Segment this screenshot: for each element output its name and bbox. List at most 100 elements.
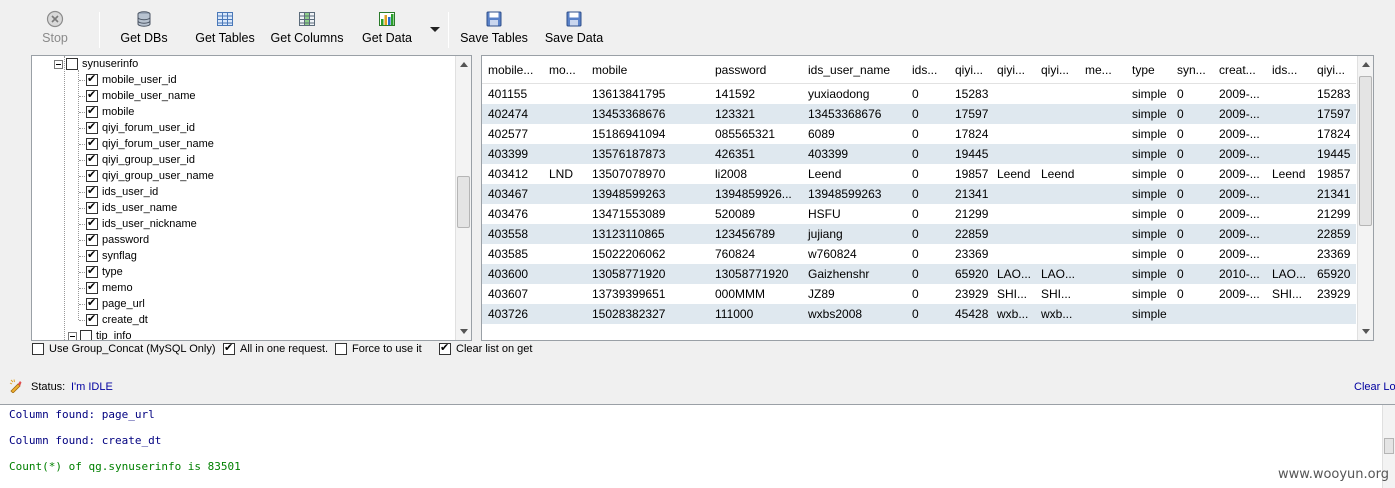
table-cell[interactable]: JZ89 [802, 284, 906, 304]
table-cell[interactable] [543, 184, 586, 204]
column-header[interactable]: type [1126, 61, 1171, 79]
table-cell[interactable]: 15283 [1311, 84, 1356, 104]
log-panel[interactable]: Column found: page_url Column found: crea… [0, 404, 1395, 488]
column-header[interactable]: qiyi... [1035, 61, 1079, 79]
tree-node-column[interactable]: qiyi_group_user_name [86, 168, 214, 184]
table-cell[interactable]: 0 [906, 164, 949, 184]
table-cell[interactable]: 19857 [949, 164, 991, 184]
table-cell[interactable] [543, 204, 586, 224]
table-cell[interactable] [991, 124, 1035, 144]
scrollbar-thumb[interactable] [1384, 438, 1394, 454]
table-column-tree[interactable]: synuserinfo tip_info mobile_user_idmobil… [31, 55, 472, 341]
table-cell[interactable]: li2008 [709, 164, 802, 184]
table-cell[interactable]: 403467 [482, 184, 543, 204]
table-cell[interactable]: 0 [906, 264, 949, 284]
tree-checkbox[interactable] [86, 168, 98, 182]
table-cell[interactable] [543, 264, 586, 284]
table-cell[interactable] [991, 84, 1035, 104]
tree-node-column[interactable]: create_dt [86, 312, 148, 328]
table-cell[interactable]: simple [1126, 144, 1171, 164]
column-header[interactable]: mobile... [482, 61, 543, 79]
table-cell[interactable]: wxbs2008 [802, 304, 906, 324]
table-cell[interactable] [1266, 124, 1311, 144]
table-cell[interactable]: 0 [1171, 104, 1213, 124]
table-row[interactable]: 403585 15022206062 760824 w760824 0 23369 simp… [482, 244, 1356, 264]
table-cell[interactable]: Leend [1035, 164, 1079, 184]
table-cell[interactable]: simple [1126, 164, 1171, 184]
table-cell[interactable]: Leend [802, 164, 906, 184]
table-cell[interactable]: 19445 [949, 144, 991, 164]
tree-checkbox[interactable] [86, 152, 98, 166]
table-row[interactable]: 402474 13453368676 123321 13453368676 0 17597… [482, 104, 1356, 124]
get-tables-button[interactable]: Get Tables [192, 10, 258, 50]
clear-list-option[interactable]: Clear list on get [439, 341, 532, 355]
table-cell[interactable]: 403558 [482, 224, 543, 244]
table-cell[interactable]: 13948599263 [802, 184, 906, 204]
scroll-down-icon[interactable] [460, 329, 468, 334]
tree-checkbox[interactable] [80, 330, 92, 340]
table-cell[interactable]: simple [1126, 124, 1171, 144]
table-cell[interactable]: 17824 [1311, 124, 1356, 144]
clear-log-link[interactable]: Clear Log [1354, 381, 1395, 393]
table-cell[interactable]: 403726 [482, 304, 543, 324]
table-cell[interactable] [543, 244, 586, 264]
table-cell[interactable] [1079, 124, 1126, 144]
tree-checkbox[interactable] [86, 248, 98, 262]
tree-checkbox[interactable] [86, 264, 98, 278]
table-cell[interactable]: 0 [1171, 164, 1213, 184]
table-cell[interactable] [1079, 164, 1126, 184]
table-cell[interactable] [1266, 144, 1311, 164]
table-cell[interactable]: 0 [1171, 244, 1213, 264]
get-data-dropdown-arrow-icon[interactable] [430, 27, 440, 32]
table-cell[interactable]: 13123110865 [586, 224, 709, 244]
get-dbs-button[interactable]: Get DBs [118, 10, 170, 50]
table-cell[interactable]: 760824 [709, 244, 802, 264]
table-cell[interactable]: 401155 [482, 84, 543, 104]
table-cell[interactable]: 2010-... [1213, 264, 1266, 284]
table-cell[interactable]: SHI... [1035, 284, 1079, 304]
table-cell[interactable]: 0 [906, 204, 949, 224]
table-cell[interactable]: 15022206062 [586, 244, 709, 264]
table-cell[interactable] [1035, 144, 1079, 164]
table-cell[interactable] [1079, 284, 1126, 304]
table-cell[interactable]: 0 [906, 144, 949, 164]
table-cell[interactable] [1266, 244, 1311, 264]
tree-checkbox[interactable] [86, 136, 98, 150]
table-cell[interactable] [1079, 184, 1126, 204]
table-cell[interactable]: 403607 [482, 284, 543, 304]
tree-node-column[interactable]: mobile [86, 104, 134, 120]
scrollbar-thumb[interactable] [457, 176, 470, 228]
table-cell[interactable]: simple [1126, 204, 1171, 224]
table-cell[interactable]: yuxiaodong [802, 84, 906, 104]
table-cell[interactable] [1171, 304, 1213, 324]
table-cell[interactable]: 13576187873 [586, 144, 709, 164]
tree-node-column[interactable]: qiyi_forum_user_id [86, 120, 195, 136]
tree-checkbox[interactable] [86, 120, 98, 134]
table-cell[interactable]: 21341 [949, 184, 991, 204]
table-cell[interactable]: 123321 [709, 104, 802, 124]
table-cell[interactable]: 15283 [949, 84, 991, 104]
table-cell[interactable]: 0 [906, 304, 949, 324]
table-cell[interactable]: 085565321 [709, 124, 802, 144]
stop-button[interactable]: Stop [38, 10, 72, 50]
table-cell[interactable]: 13948599263 [586, 184, 709, 204]
table-cell[interactable]: 1394859926... [709, 184, 802, 204]
table-cell[interactable]: 13739399651 [586, 284, 709, 304]
table-cell[interactable]: 22859 [949, 224, 991, 244]
table-cell[interactable]: 2009-... [1213, 184, 1266, 204]
table-cell[interactable] [1079, 244, 1126, 264]
tree-checkbox[interactable] [66, 58, 78, 70]
tree-node-column[interactable]: ids_user_name [86, 200, 177, 216]
table-cell[interactable] [1311, 304, 1356, 324]
table-cell[interactable]: 403399 [482, 144, 543, 164]
table-cell[interactable]: 2009-... [1213, 84, 1266, 104]
table-cell[interactable]: LAO... [991, 264, 1035, 284]
table-cell[interactable]: simple [1126, 184, 1171, 204]
table-cell[interactable]: 403585 [482, 244, 543, 264]
scroll-down-icon[interactable] [1362, 329, 1370, 334]
get-columns-button[interactable]: Get Columns [268, 10, 346, 50]
table-cell[interactable] [1266, 184, 1311, 204]
table-cell[interactable]: 13453368676 [586, 104, 709, 124]
table-cell[interactable]: 17824 [949, 124, 991, 144]
table-cell[interactable]: 0 [1171, 144, 1213, 164]
